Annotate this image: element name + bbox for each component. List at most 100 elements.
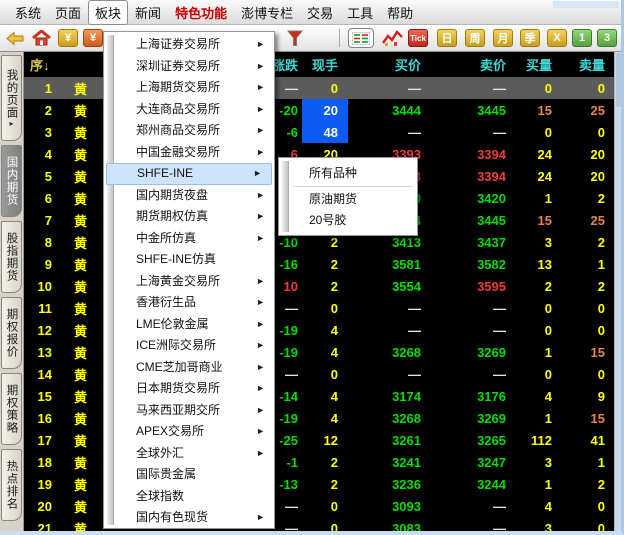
sidebar-tab-期权报价[interactable]: 期权报价 [1, 297, 22, 369]
submenu-arrow-icon: ► [256, 206, 265, 228]
sidebar-tab-股指期货[interactable]: 股指期货 [1, 221, 22, 293]
col-header-bid[interactable]: 买价 [348, 55, 433, 74]
menu-item-上海期货交易所[interactable]: 上海期货交易所► [104, 77, 274, 99]
sidebar-tab-国内期货[interactable]: 国内期货 [1, 145, 22, 217]
period-icon-3[interactable]: 3 [597, 29, 617, 47]
menu-item-CME芝加哥商业[interactable]: CME芝加哥商业► [104, 357, 274, 379]
menu-item-ICE洲际交易所[interactable]: ICE洲际交易所► [104, 335, 274, 357]
sidebar-tab-热点排名[interactable]: 热点排名 [1, 449, 22, 521]
period-icon-月[interactable]: 月 [493, 29, 513, 47]
menubar-item-新闻[interactable]: 新闻 [128, 0, 168, 25]
col-header-ask[interactable]: 卖价 [433, 55, 518, 74]
period-icon-X[interactable]: X [547, 29, 567, 47]
menubar-item-页面[interactable]: 页面 [48, 0, 88, 25]
back-icon[interactable] [6, 31, 24, 46]
cell-bid-qty: 1 [518, 345, 564, 360]
submenu-arrow-icon: ► [256, 357, 265, 379]
menu-item-深圳证券交易所[interactable]: 深圳证券交易所► [104, 56, 274, 78]
menu-item-日本期货交易所[interactable]: 日本期货交易所► [104, 378, 274, 400]
money-icon[interactable]: ¥ [83, 29, 103, 47]
cell-bid-qty: 3 [518, 455, 564, 470]
menubar-item-板块[interactable]: 板块 [88, 0, 128, 25]
col-header-index[interactable]: 序↓ [24, 55, 62, 74]
sidebar-tab-我的页面[interactable]: 我的页面▸ [1, 55, 22, 141]
col-header-volume[interactable]: 现手 [302, 55, 348, 74]
quote-table-view-icon[interactable] [348, 28, 374, 48]
menu-item-SHFE-INE[interactable]: SHFE-INE► [106, 163, 272, 185]
submenu-item-20号胶[interactable]: 20号胶 [279, 210, 417, 231]
menu-item-SHFE-INE仿真[interactable]: SHFE-INE仿真 [104, 249, 274, 271]
menu-item-上海证券交易所[interactable]: 上海证券交易所► [104, 34, 274, 56]
submenu-arrow-icon: ► [256, 56, 265, 78]
cell-index: 13 [24, 345, 62, 360]
menu-item-国内期货夜盘[interactable]: 国内期货夜盘► [104, 185, 274, 207]
cell-index: 11 [24, 301, 62, 316]
cell-bid-qty: 13 [518, 257, 564, 272]
col-header-bid-qty[interactable]: 买量 [518, 55, 564, 74]
cell-ask-qty: 2 [564, 191, 617, 206]
menu-item-国际贵金属[interactable]: 国际贵金属 [104, 464, 274, 486]
cell-ask: 3394 [433, 147, 518, 162]
cell-ask: 3582 [433, 257, 518, 272]
period-icon-季[interactable]: 季 [520, 29, 540, 47]
menubar-item-帮助[interactable]: 帮助 [380, 0, 420, 25]
cell-ask: 3244 [433, 477, 518, 492]
tick-chart-icon[interactable]: Tick [408, 29, 428, 47]
cell-index: 21 [24, 521, 62, 532]
cell-ask: 3176 [433, 389, 518, 404]
period-icon-日[interactable]: 日 [437, 29, 457, 47]
chart-view-icon[interactable] [382, 30, 403, 47]
cell-volume: 0 [302, 301, 348, 316]
menubar-item-工具[interactable]: 工具 [340, 0, 380, 25]
cell-bid-qty: 24 [518, 169, 564, 184]
cell-index: 8 [24, 235, 62, 250]
shfe-ine-submenu: 所有品种原油期货20号胶 [278, 157, 418, 236]
menu-item-马来西亚期交所[interactable]: 马来西亚期交所► [104, 400, 274, 422]
cell-ask-qty: 1 [564, 257, 617, 272]
menu-item-上海黄金交易所[interactable]: 上海黄金交易所► [104, 271, 274, 293]
menu-item-APEX交易所[interactable]: APEX交易所► [104, 421, 274, 443]
sidebar-tabs: 我的页面▸ 国内期货股指期货期权报价期权策略热点排名 [0, 52, 24, 531]
filter-funnel-icon[interactable] [287, 30, 303, 47]
cell-ask-qty: 20 [564, 147, 617, 162]
cell-index: 19 [24, 477, 62, 492]
period-icon-1[interactable]: 1 [572, 29, 592, 47]
scrollbar-thumb[interactable] [616, 53, 621, 107]
sidebar-tab-期权策略[interactable]: 期权策略 [1, 373, 22, 445]
submenu-arrow-icon: ► [256, 443, 265, 465]
menu-item-香港衍生品[interactable]: 香港衍生品► [104, 292, 274, 314]
cell-bid-qty: 0 [518, 125, 564, 140]
cell-bid-qty: 112 [518, 433, 564, 448]
menubar-item-澎博专栏[interactable]: 澎博专栏 [234, 0, 300, 25]
cell-ask: — [433, 301, 518, 316]
menu-item-中金所仿真[interactable]: 中金所仿真► [104, 228, 274, 250]
background-window-artifact [553, 1, 619, 8]
menubar-item-系统[interactable]: 系统 [8, 0, 48, 25]
menu-item-郑州商品交易所[interactable]: 郑州商品交易所► [104, 120, 274, 142]
home-icon[interactable] [32, 30, 51, 46]
vertical-scrollbar[interactable] [614, 52, 621, 531]
cell-bid: 3174 [348, 389, 433, 404]
menubar-item-交易[interactable]: 交易 [300, 0, 340, 25]
menubar-item-特色功能[interactable]: 特色功能 [168, 0, 234, 25]
cell-ask: 3269 [433, 345, 518, 360]
submenu-arrow-icon: ► [256, 335, 265, 357]
col-header-ask-qty[interactable]: 卖量 [564, 55, 617, 74]
submenu-item-原油期货[interactable]: 原油期货 [279, 189, 417, 210]
menu-item-大连商品交易所[interactable]: 大连商品交易所► [104, 99, 274, 121]
toolbar-separator [339, 29, 340, 47]
cell-ask: — [433, 323, 518, 338]
menu-item-中国金融交易所[interactable]: 中国金融交易所► [104, 142, 274, 164]
menu-item-LME伦敦金属[interactable]: LME伦敦金属► [104, 314, 274, 336]
menu-item-全球外汇[interactable]: 全球外汇► [104, 443, 274, 465]
menu-item-期货期权仿真[interactable]: 期货期权仿真► [104, 206, 274, 228]
period-icon-周[interactable]: 周 [465, 29, 485, 47]
cell-volume: 20 [302, 99, 348, 121]
cell-index: 6 [24, 191, 62, 206]
submenu-item-所有品种[interactable]: 所有品种 [279, 163, 417, 184]
menu-item-全球指数[interactable]: 全球指数 [104, 486, 274, 508]
menu-item-国内有色现货[interactable]: 国内有色现货► [104, 507, 274, 529]
cell-bid-qty: 15 [518, 103, 564, 118]
funds-icon[interactable]: ¥ [58, 29, 78, 47]
cell-bid-qty: 0 [518, 323, 564, 338]
